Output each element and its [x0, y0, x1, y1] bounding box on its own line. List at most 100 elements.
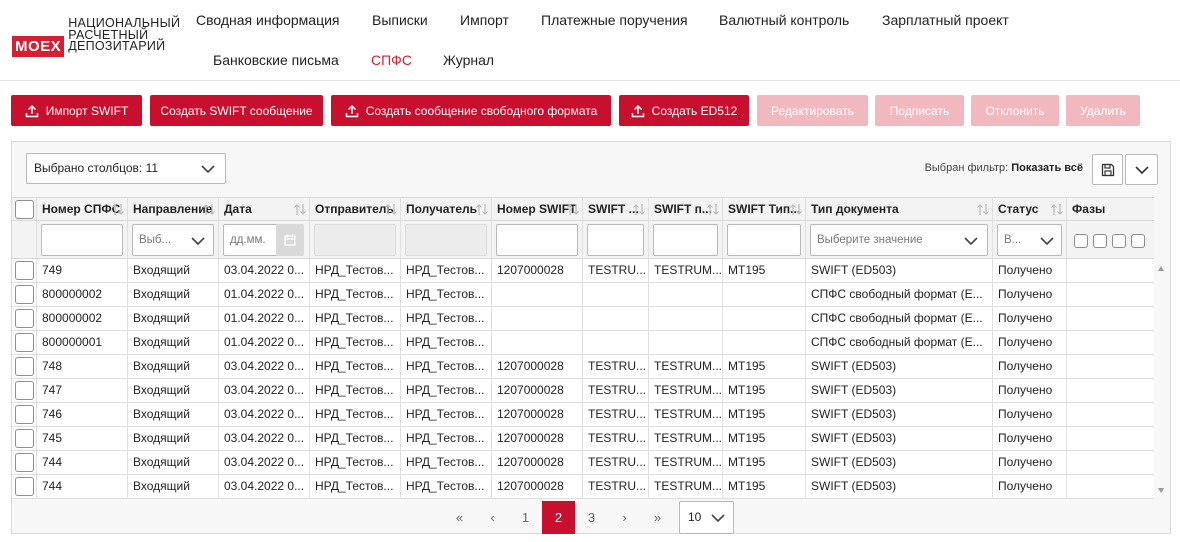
sort-icon — [112, 204, 124, 215]
table-row[interactable]: 800000002 Входящий 01.04.2022 0... НРД_Тест… — [12, 307, 1154, 331]
table-row[interactable]: 800000001 Входящий 01.04.2022 0... НРД_Тест… — [12, 331, 1154, 355]
table-row[interactable]: 748 Входящий 03.04.2022 0... НРД_Тестов... Н… — [12, 355, 1154, 379]
cell-document-type: SWIFT (ED503) — [806, 427, 993, 450]
nav-item-spfs[interactable]: СПФС — [371, 52, 412, 68]
filter-swift-type-input[interactable] — [727, 224, 801, 256]
nav-item-bank-letters[interactable]: Банковские письма — [213, 52, 339, 68]
save-filter-button[interactable] — [1092, 154, 1123, 185]
row-checkbox[interactable] — [15, 333, 34, 352]
column-header-receiver[interactable]: Получатель — [401, 198, 492, 220]
cell-phases — [1067, 283, 1154, 306]
table-row[interactable]: 746 Входящий 03.04.2022 0... НРД_Тестов... Н… — [12, 403, 1154, 427]
columns-selector[interactable]: Выбрано столбцов: 11 — [26, 153, 226, 184]
row-checkbox[interactable] — [15, 477, 34, 496]
sort-icon — [567, 204, 579, 215]
row-checkbox[interactable] — [15, 261, 34, 280]
filter-menu-button[interactable] — [1125, 154, 1158, 185]
column-header-swift-type[interactable]: SWIFT Тип... — [723, 198, 806, 220]
row-checkbox[interactable] — [15, 453, 34, 472]
table-row[interactable]: 744 Входящий 03.04.2022 0... НРД_Тестов... Н… — [12, 451, 1154, 475]
cell-swift-type — [723, 307, 806, 330]
nav-item-payment-orders[interactable]: Платежные поручения — [541, 12, 688, 28]
create-ed512-button[interactable]: Создать ED512 — [619, 95, 749, 126]
filter-date-input[interactable]: дд.мм. — [223, 224, 282, 256]
table-row[interactable]: 744 Входящий 03.04.2022 0... НРД_Тестов... Н… — [12, 475, 1154, 499]
row-checkbox[interactable] — [15, 357, 34, 376]
filter-spfs-number-input[interactable] — [41, 224, 123, 256]
prev-page-button[interactable]: ‹ — [476, 501, 509, 534]
cell-swift-receiver: TESTRUM... — [649, 475, 723, 498]
page-button-current[interactable]: 2 — [542, 501, 575, 534]
column-header-sender[interactable]: Отправитель — [310, 198, 401, 220]
cell-swift-number — [492, 307, 583, 330]
row-checkbox[interactable] — [15, 381, 34, 400]
filter-swift-receiver-input[interactable] — [653, 224, 718, 256]
nav-item-salary-project[interactable]: Зарплатный проект — [882, 12, 1009, 28]
create-free-format-message-button[interactable]: Создать сообщение свободного формата — [331, 95, 611, 126]
nav-item-summary[interactable]: Сводная информация — [196, 12, 340, 28]
table-header-row: Номер СПФС Направление Дата Отправитель … — [12, 197, 1154, 221]
filter-direction-select[interactable]: Выб... — [132, 224, 214, 256]
scroll-down-arrow-icon[interactable] — [1158, 488, 1164, 493]
table-row[interactable]: 745 Входящий 03.04.2022 0... НРД_Тестов... Н… — [12, 427, 1154, 451]
phase-filter-checkbox[interactable] — [1074, 234, 1088, 248]
active-filter: Выбран фильтр: Показать всё — [925, 162, 1083, 174]
nav-item-import[interactable]: Импорт — [460, 12, 509, 28]
page-button[interactable]: 1 — [509, 501, 542, 534]
nav-item-journal[interactable]: Журнал — [443, 52, 494, 68]
reject-button[interactable]: Отклонить — [971, 95, 1059, 126]
select-all-checkbox[interactable] — [15, 200, 34, 219]
nav-item-currency-control[interactable]: Валютный контроль — [719, 12, 849, 28]
reject-label: Отклонить — [985, 103, 1045, 118]
table-row[interactable]: 800000002 Входящий 01.04.2022 0... НРД_Тест… — [12, 283, 1154, 307]
filter-direction-value: Выб... — [139, 234, 172, 246]
column-header-spfs-number[interactable]: Номер СПФС — [37, 198, 128, 220]
phase-filter-checkbox[interactable] — [1131, 234, 1145, 248]
first-page-button[interactable]: « — [443, 501, 476, 534]
column-header-swift-receiver[interactable]: SWIFT п... — [649, 198, 723, 220]
cell-swift-sender: TESTRU... — [583, 451, 649, 474]
column-header-status[interactable]: Статус — [993, 198, 1067, 220]
row-checkbox[interactable] — [15, 429, 34, 448]
filter-status-select[interactable]: В... — [997, 224, 1062, 256]
page-size-select[interactable]: 10 — [679, 501, 734, 534]
next-page-button[interactable]: › — [608, 501, 641, 534]
cell-phases — [1067, 259, 1154, 282]
cell-document-type: SWIFT (ED503) — [806, 403, 993, 426]
last-page-button[interactable]: » — [641, 501, 674, 534]
column-header-swift-sender[interactable]: SWIFT ... — [583, 198, 649, 220]
filter-swift-number-input[interactable] — [496, 224, 578, 256]
import-swift-button[interactable]: Импорт SWIFT — [11, 95, 142, 126]
table-row[interactable]: 749 Входящий 03.04.2022 0... НРД_Тестов... Н… — [12, 259, 1154, 283]
chevron-down-icon — [201, 165, 215, 173]
filter-document-type-select[interactable]: Выберите значение — [810, 224, 988, 256]
cell-spfs-number: 748 — [37, 355, 128, 378]
cell-receiver: НРД_Тестов... — [401, 331, 492, 354]
column-header-phases[interactable]: Фазы — [1067, 198, 1154, 220]
sign-button[interactable]: Подписать — [875, 95, 964, 126]
column-header-swift-number[interactable]: Номер SWIFT — [492, 198, 583, 220]
cell-swift-type: MT195 — [723, 259, 806, 282]
row-checkbox[interactable] — [15, 285, 34, 304]
column-header-date[interactable]: Дата — [219, 198, 310, 220]
scroll-up-arrow-icon[interactable] — [1158, 266, 1164, 271]
filter-receiver-input — [405, 224, 487, 256]
phase-filter-checkbox[interactable] — [1112, 234, 1126, 248]
filter-swift-sender-input[interactable] — [587, 224, 644, 256]
row-checkbox[interactable] — [15, 309, 34, 328]
date-picker-button[interactable] — [276, 224, 304, 256]
phase-filter-checkbox[interactable] — [1093, 234, 1107, 248]
cell-swift-number — [492, 331, 583, 354]
edit-button[interactable]: Редактировать — [757, 95, 868, 126]
page-button[interactable]: 3 — [575, 501, 608, 534]
create-swift-message-button[interactable]: Создать SWIFT сообщение — [150, 95, 323, 126]
table-row[interactable]: 747 Входящий 03.04.2022 0... НРД_Тестов... Н… — [12, 379, 1154, 403]
column-header-direction[interactable]: Направление — [128, 198, 219, 220]
brand-logo[interactable]: MOEX НАЦИОНАЛЬНЫЙ РАСЧЕТНЫЙ ДЕПОЗИТАРИЙ — [12, 17, 180, 57]
row-checkbox[interactable] — [15, 405, 34, 424]
nav-item-statements[interactable]: Выписки — [372, 12, 428, 28]
delete-button[interactable]: Удалить — [1066, 95, 1140, 126]
cell-direction: Входящий — [128, 307, 219, 330]
column-header-document-type[interactable]: Тип документа — [806, 198, 993, 220]
cell-swift-receiver — [649, 307, 723, 330]
